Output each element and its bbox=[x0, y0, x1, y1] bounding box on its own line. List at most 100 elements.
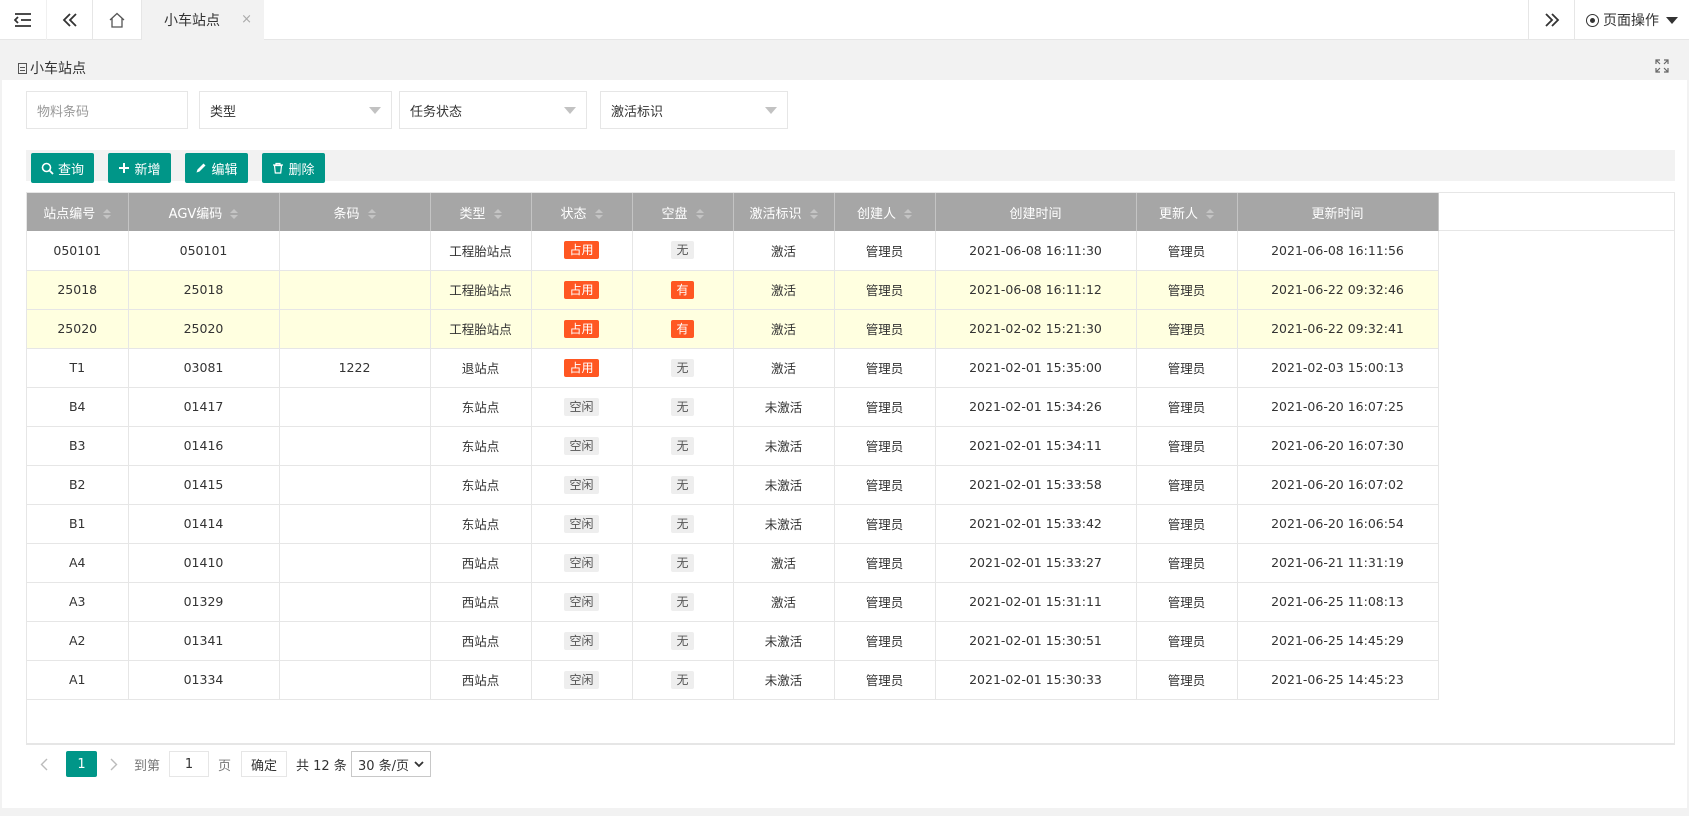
table-cell-status: 占用 bbox=[531, 231, 633, 271]
table-row[interactable]: 050101 050101 工程胎站点 占用无激活 管理员 2021-06-08 16:1… bbox=[27, 231, 1439, 271]
table-cell-updated: 2021-06-20 16:07:25 bbox=[1237, 387, 1439, 427]
column-header[interactable]: 更新时间 bbox=[1237, 193, 1439, 231]
query-button[interactable]: 查询 bbox=[31, 153, 94, 183]
table-cell-active: 激活 bbox=[733, 231, 835, 271]
column-header[interactable]: 条码 bbox=[279, 193, 431, 231]
table-cell-barcode bbox=[279, 543, 431, 583]
table-cell-updated: 2021-06-20 16:07:02 bbox=[1237, 465, 1439, 505]
table-cell-barcode bbox=[279, 270, 431, 310]
table-row[interactable]: B4 01417 东站点 空闲无未激活 管理员 2021-02-01 15:34:26 管理… bbox=[27, 387, 1439, 427]
column-header[interactable]: AGV编码 bbox=[128, 193, 280, 231]
table-row[interactable]: B3 01416 东站点 空闲无未激活 管理员 2021-02-01 15:34:11 管理… bbox=[27, 426, 1439, 466]
next-page-button[interactable] bbox=[110, 751, 118, 777]
column-header-label: 激活标识 bbox=[749, 206, 802, 222]
column-header-label: 更新人 bbox=[1158, 206, 1198, 222]
table-cell-updated: 2021-02-03 15:00:13 bbox=[1237, 348, 1439, 388]
sort-icon[interactable] bbox=[809, 209, 818, 219]
page-size-select[interactable]: 30 条/页 bbox=[351, 751, 431, 777]
status-badge: 空闲 bbox=[564, 397, 599, 416]
column-header-label: AGV编码 bbox=[168, 206, 223, 222]
table-row[interactable]: A2 01341 西站点 空闲无未激活 管理员 2021-02-01 15:30:51 管理… bbox=[27, 621, 1439, 661]
column-header[interactable]: 类型 bbox=[430, 193, 532, 231]
table-row[interactable]: 25018 25018 工程胎站点 占用有激活 管理员 2021-06-08 16:11:… bbox=[27, 270, 1439, 310]
tab-label: 小车站点 bbox=[164, 13, 220, 29]
table-cell-updated: 2021-06-08 16:11:56 bbox=[1237, 231, 1439, 271]
table-row[interactable]: 25020 25020 工程胎站点 占用有激活 管理员 2021-02-02 15:21:… bbox=[27, 309, 1439, 349]
column-header[interactable]: 更新人 bbox=[1136, 193, 1238, 231]
status-badge: 空闲 bbox=[564, 553, 599, 572]
fullscreen-icon[interactable] bbox=[1654, 58, 1670, 74]
column-header[interactable]: 激活标识 bbox=[733, 193, 835, 231]
column-header-label: 状态 bbox=[560, 206, 587, 222]
sort-icon[interactable] bbox=[230, 209, 239, 219]
activation-select[interactable]: 激活标识 bbox=[600, 91, 788, 129]
tabs-right-button[interactable] bbox=[1528, 0, 1574, 40]
table-row[interactable]: A4 01410 西站点 空闲无激活 管理员 2021-02-01 15:33:27 管理员… bbox=[27, 543, 1439, 583]
menu-toggle-button[interactable] bbox=[0, 0, 46, 40]
table-cell-status: 空闲 bbox=[531, 504, 633, 544]
column-header[interactable]: 创建人 bbox=[834, 193, 936, 231]
table-cell-active: 激活 bbox=[733, 309, 835, 349]
sort-icon[interactable] bbox=[103, 209, 112, 219]
double-chevron-left-icon bbox=[62, 13, 77, 27]
sort-icon[interactable] bbox=[1206, 209, 1214, 219]
table-cell-creator: 管理员 bbox=[834, 426, 936, 466]
column-header[interactable]: 创建时间 bbox=[935, 193, 1137, 231]
table-cell-status: 空闲 bbox=[531, 660, 633, 700]
table-cell-status: 空闲 bbox=[531, 465, 633, 505]
column-header[interactable]: 状态 bbox=[531, 193, 633, 231]
table-cell-creator: 管理员 bbox=[834, 582, 936, 622]
tabs-left-button[interactable] bbox=[46, 0, 92, 40]
goto-confirm-button[interactable]: 确定 bbox=[241, 751, 287, 777]
table-cell-created: 2021-02-01 15:35:00 bbox=[935, 348, 1137, 388]
add-button[interactable]: 新增 bbox=[108, 153, 171, 183]
status-badge: 空闲 bbox=[564, 670, 599, 689]
tab-close-icon[interactable]: × bbox=[241, 12, 252, 27]
table-cell-updater: 管理员 bbox=[1136, 504, 1238, 544]
column-header[interactable]: 空盘 bbox=[632, 193, 734, 231]
empty-tray-badge: 无 bbox=[671, 553, 694, 572]
sort-icon[interactable] bbox=[904, 209, 912, 219]
type-select-label: 类型 bbox=[210, 104, 237, 120]
table-row[interactable]: A1 01334 西站点 空闲无未激活 管理员 2021-02-01 15:30:33 管理… bbox=[27, 660, 1439, 700]
sort-icon[interactable] bbox=[493, 209, 502, 219]
page-size-value: 30 条/页 bbox=[358, 758, 410, 774]
table-cell-station: 25018 bbox=[27, 270, 129, 310]
type-select[interactable]: 类型 bbox=[199, 91, 392, 129]
table-row[interactable]: A3 01329 西站点 空闲无激活 管理员 2021-02-01 15:31:11 管理员… bbox=[27, 582, 1439, 622]
empty-tray-badge: 无 bbox=[671, 436, 694, 455]
current-page-button[interactable]: 1 bbox=[66, 751, 97, 777]
table-cell-agv: 01329 bbox=[128, 582, 280, 622]
tab-station[interactable]: 小车站点 × bbox=[142, 0, 264, 40]
table-cell-empty: 无 bbox=[632, 465, 734, 505]
chevron-down-icon bbox=[414, 760, 424, 767]
table-row[interactable]: B1 01414 东站点 空闲无未激活 管理员 2021-02-01 15:33:42 管理… bbox=[27, 504, 1439, 544]
task-status-select[interactable]: 任务状态 bbox=[399, 91, 587, 129]
prev-page-button[interactable] bbox=[40, 751, 48, 777]
barcode-filter-input[interactable]: 物料条码 bbox=[26, 91, 188, 129]
table-cell-station: B2 bbox=[27, 465, 129, 505]
home-tab-button[interactable] bbox=[92, 0, 142, 40]
table-cell-barcode bbox=[279, 660, 431, 700]
table-cell-created: 2021-02-01 15:30:33 bbox=[935, 660, 1137, 700]
task-status-select-label: 任务状态 bbox=[410, 104, 463, 120]
table-cell-updater: 管理员 bbox=[1136, 543, 1238, 583]
table-cell-barcode bbox=[279, 231, 431, 271]
table-cell-agv: 01416 bbox=[128, 426, 280, 466]
column-header[interactable]: 站点编号 bbox=[27, 193, 129, 231]
page-title: 小车站点 bbox=[18, 58, 86, 78]
page-number-input[interactable]: 1 bbox=[169, 751, 209, 777]
table-cell-agv: 03081 bbox=[128, 348, 280, 388]
table-row[interactable]: B2 01415 东站点 空闲无未激活 管理员 2021-02-01 15:33:58 管理… bbox=[27, 465, 1439, 505]
sort-icon[interactable] bbox=[695, 209, 704, 219]
sort-icon[interactable] bbox=[594, 209, 603, 219]
table-cell-empty: 无 bbox=[632, 660, 734, 700]
page-operations-label: 页面操作 bbox=[1603, 13, 1659, 29]
page-operations-menu[interactable]: 页面操作 bbox=[1574, 0, 1689, 40]
table-row[interactable]: T1 03081 1222 退站点 占用无激活 管理员 2021-02-01 15:35:0… bbox=[27, 348, 1439, 388]
delete-button[interactable]: 删除 bbox=[262, 153, 325, 183]
sort-icon[interactable] bbox=[367, 209, 376, 219]
edit-button[interactable]: 编辑 bbox=[185, 153, 248, 183]
table-cell-active: 未激活 bbox=[733, 621, 835, 661]
column-header-label: 创建人 bbox=[856, 206, 896, 222]
